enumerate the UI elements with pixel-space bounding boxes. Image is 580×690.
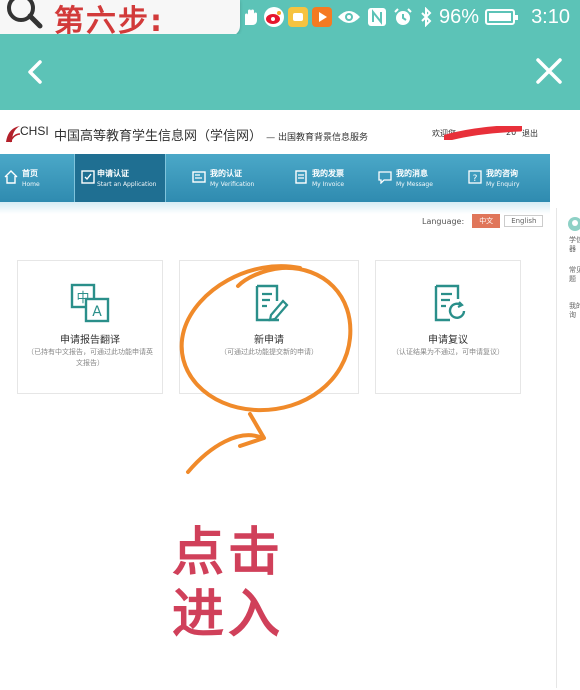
weibo-icon [264, 7, 284, 27]
lang-option-en[interactable]: English [504, 215, 544, 227]
nav-verification-sub: My Verification [210, 181, 255, 188]
main-nav: 首页 Home 申请认证 Start an Application 我的认证 M… [0, 154, 550, 202]
side-help-widget: 学信机器 常见问题 我的咨询 [556, 208, 580, 688]
nav-home-sub: Home [22, 181, 40, 188]
site-header: CHSI 中国高等教育学生信息网（学信网） — 出国教育背景信息服务 欢迎您 2… [0, 110, 550, 154]
language-label: Language: [422, 216, 465, 226]
site-title: 中国高等教育学生信息网（学信网） — 出国教育背景信息服务 [54, 125, 368, 144]
alarm-icon [394, 8, 412, 25]
home-icon [4, 170, 18, 184]
bluetooth-icon [421, 7, 432, 27]
site-subtitle: — 出国教育背景信息服务 [266, 133, 369, 143]
message-icon [378, 171, 392, 184]
side-item-assistant[interactable]: 学信机器 [569, 236, 580, 254]
card-new-application[interactable]: 新申请 （可通过此功能提交新的申请） [179, 260, 359, 394]
nav-invoice-sub: My Invoice [312, 181, 345, 188]
notes-app-icon [288, 7, 308, 27]
verification-icon [192, 171, 206, 183]
side-item-faq[interactable]: 常见问题 [569, 266, 580, 288]
apply-icon [81, 170, 95, 184]
annotation-text-line2: 进入 [172, 585, 285, 645]
chevron-left-icon[interactable] [22, 58, 50, 86]
notification-icons [240, 6, 332, 28]
card-reconsideration-title: 申请复议 [428, 335, 468, 346]
app-bar [0, 34, 580, 110]
nav-message-title: 我的消息 [396, 169, 428, 178]
svg-text:?: ? [473, 174, 478, 184]
card-new-application-title: 新申请 [254, 335, 284, 346]
nav-enquiry-title: 我的咨询 [486, 169, 518, 178]
battery-icon [485, 9, 519, 25]
logo-text: CHSI [20, 124, 49, 138]
battery-percent: 96% [439, 5, 480, 28]
nav-enquiry[interactable]: ? 我的咨询 My Enquiry [464, 154, 544, 202]
card-new-application-desc: （可通过此功能提交新的申请） [220, 348, 318, 356]
nav-home-title: 首页 [22, 169, 38, 178]
nav-apply-title: 申请认证 [97, 169, 129, 178]
close-icon[interactable] [534, 56, 564, 86]
side-item-my-enquiry[interactable]: 我的咨询 [569, 302, 580, 324]
status-bar: 96% 3:10 第六步: [0, 0, 580, 39]
logout-link[interactable]: 退出 [522, 128, 538, 139]
nav-apply-sub: Start an Application [97, 181, 157, 188]
webview: CHSI 中国高等教育学生信息网（学信网） — 出国教育背景信息服务 欢迎您 2… [0, 110, 580, 690]
card-reconsideration[interactable]: 申请复议 （认证结果为不通过，可申请复议） [375, 260, 521, 394]
site-title-main: 中国高等教育学生信息网（学信网） [54, 129, 263, 144]
card-translation[interactable]: 中 A 申请报告翻译 （已持有中文报告，可通过此功能申请英文报告） [17, 260, 163, 394]
nav-message-sub: My Message [396, 181, 433, 188]
nav-shadow [0, 202, 550, 214]
card-translation-title: 申请报告翻译 [60, 335, 120, 346]
nav-message[interactable]: 我的消息 My Message [374, 154, 450, 202]
translate-icon: 中 A [70, 283, 110, 323]
assistant-avatar-icon[interactable] [567, 216, 580, 232]
nav-verification[interactable]: 我的认证 My Verification [188, 154, 268, 202]
svg-text:A: A [92, 304, 102, 320]
edit-document-icon [255, 284, 289, 322]
lang-option-zh[interactable]: 中文 [472, 214, 501, 228]
nav-apply[interactable]: 申请认证 Start an Application [74, 154, 166, 202]
nav-verification-title: 我的认证 [210, 169, 242, 178]
card-translation-desc: （已持有中文报告，可通过此功能申请英文报告） [27, 348, 153, 367]
enquiry-icon: ? [468, 170, 482, 184]
card-reconsideration-desc: （认证结果为不通过，可申请复议） [392, 348, 504, 356]
video-app-icon [312, 7, 332, 27]
nav-home[interactable]: 首页 Home [0, 154, 66, 202]
redaction-scribble [444, 126, 522, 140]
language-switcher: Language: 中文 English [422, 214, 544, 228]
screenshot-label-chip: 第六步: [0, 0, 240, 39]
nav-invoice-title: 我的发票 [312, 169, 344, 178]
nav-enquiry-sub: My Enquiry [486, 181, 520, 188]
review-document-icon [434, 284, 466, 322]
invoice-icon [295, 170, 307, 184]
nfc-icon [368, 8, 387, 26]
clock: 3:10 [531, 5, 570, 28]
eye-icon [338, 11, 361, 23]
system-status: 96% 3:10 [337, 4, 570, 30]
search-icon [7, 0, 43, 29]
nav-invoice[interactable]: 我的发票 My Invoice [290, 154, 360, 202]
hand-icon [240, 7, 260, 27]
